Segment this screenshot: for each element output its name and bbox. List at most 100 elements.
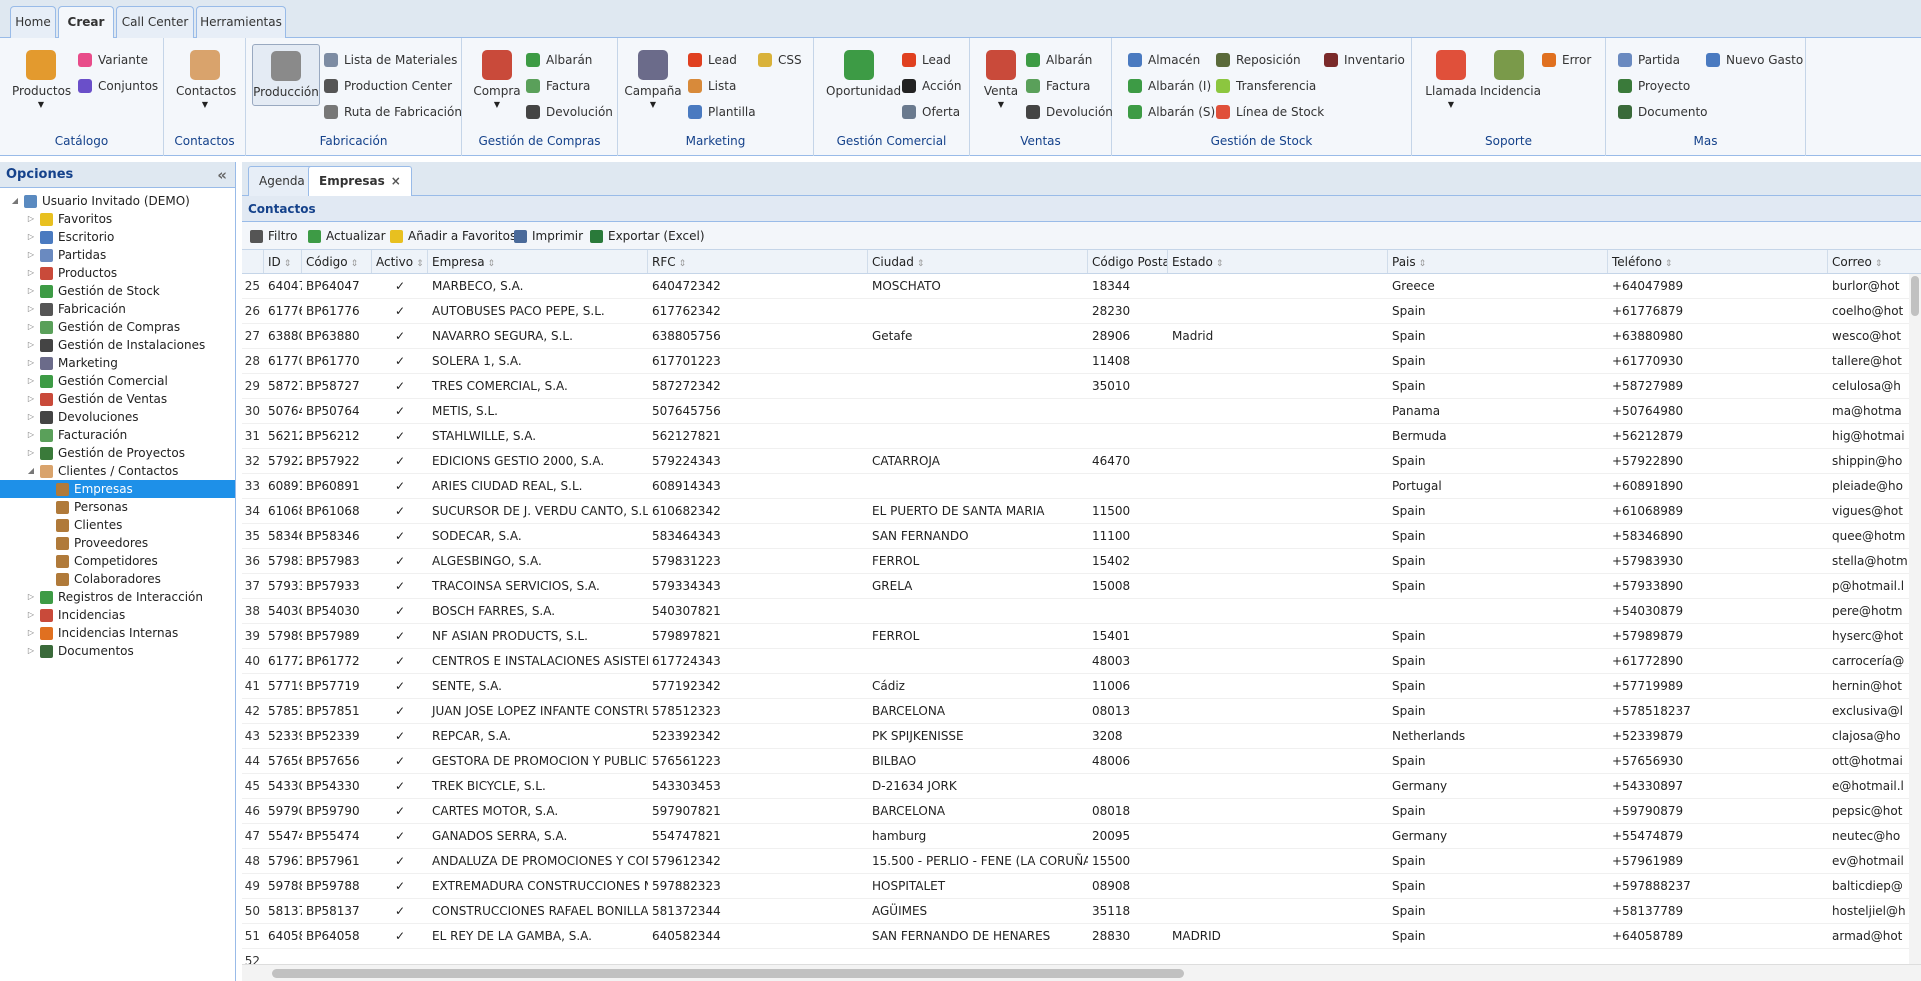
expand-arrow-icon[interactable]: ▷ (26, 606, 36, 624)
column-header[interactable]: Código Postal⇕ (1088, 250, 1168, 273)
table-row[interactable]: 45 54330 BP54330 ✓ TREK BICYCLE, S.L. 5433034… (242, 774, 1921, 799)
filter-button[interactable]: Filtro (250, 227, 297, 245)
table-row[interactable]: 49 59788 BP59788 ✓ EXTREMADURA CONSTRUCCIONE… (242, 874, 1921, 899)
expand-arrow-icon[interactable]: ▷ (26, 282, 36, 300)
close-icon[interactable]: × (391, 174, 401, 188)
productos-button[interactable]: Productos ▼ (12, 44, 71, 109)
table-row[interactable]: 27 63880 BP63880 ✓ NAVARRO SEGURA, S.L. 63880… (242, 324, 1921, 349)
llamada-button[interactable]: Llamada ▼ (1422, 44, 1480, 109)
expand-arrow-icon[interactable]: ▷ (26, 354, 36, 372)
column-header[interactable]: Activo ⇕ (372, 250, 428, 273)
expand-arrow-icon[interactable]: ▷ (26, 390, 36, 408)
export-excel-button[interactable]: Exportar (Excel) (590, 227, 705, 245)
expand-arrow-icon[interactable]: ▷ (26, 408, 36, 426)
comercial-oferta-button[interactable]: Oferta (902, 102, 960, 122)
table-row[interactable]: 30 50764 BP50764 ✓ METIS, S.L. 507645756 Panam… (242, 399, 1921, 424)
albaran-s-button[interactable]: Albarán (S) (1128, 102, 1215, 122)
expand-arrow-icon[interactable]: ▷ (26, 336, 36, 354)
table-row[interactable]: 34 61068 BP61068 ✓ SUCURSOR DE J. VERDU CANT… (242, 499, 1921, 524)
venta-albaran-button[interactable]: Albarán (1026, 50, 1092, 70)
vertical-scroll-thumb[interactable] (1911, 276, 1919, 316)
table-row[interactable]: 31 56212 BP56212 ✓ STAHLWILLE, S.A. 562127821… (242, 424, 1921, 449)
tree-item[interactable]: ▷ Productos (0, 264, 235, 282)
marketing-lista-button[interactable]: Lista (688, 76, 736, 96)
documento-button[interactable]: Documento (1618, 102, 1708, 122)
table-row[interactable]: 47 55474 BP55474 ✓ GANADOS SERRA, S.A. 554747… (242, 824, 1921, 849)
venta-button[interactable]: Venta ▼ (972, 44, 1030, 109)
tree-item[interactable]: ▷ Registros de Interacción (0, 588, 235, 606)
refresh-button[interactable]: Actualizar (308, 227, 386, 245)
tab-call-center[interactable]: Call Center (116, 6, 194, 38)
proyecto-button[interactable]: Proyecto (1618, 76, 1690, 96)
tree-item[interactable]: ▷ Gestión de Ventas (0, 390, 235, 408)
venta-devolucion-button[interactable]: Devolución (1026, 102, 1113, 122)
nuevo-gasto-button[interactable]: Nuevo Gasto (1706, 50, 1803, 70)
contactos-button[interactable]: Contactos ▼ (176, 44, 236, 109)
tree-item[interactable]: ▷ Gestión de Stock (0, 282, 235, 300)
compra-factura-button[interactable]: Factura (526, 76, 590, 96)
expand-arrow-icon[interactable]: ▷ (26, 210, 36, 228)
table-row[interactable]: 48 57961 BP57961 ✓ ANDALUZA DE PROMOCIONES Y… (242, 849, 1921, 874)
expanded-arrow-icon[interactable]: ◢ (26, 462, 36, 480)
tree-item[interactable]: ▷ Marketing (0, 354, 235, 372)
tab-home[interactable]: Home (10, 6, 56, 38)
vertical-scrollbar[interactable] (1909, 274, 1921, 964)
almacen-button[interactable]: Almacén (1128, 50, 1200, 70)
transferencia-button[interactable]: Transferencia (1216, 76, 1316, 96)
column-header[interactable]: Ciudad ⇕ (868, 250, 1088, 273)
tree-item[interactable]: ▷ Gestión de Proyectos (0, 444, 235, 462)
tab-empresas[interactable]: Empresas × (308, 166, 412, 197)
column-header[interactable]: Estado ⇕ (1168, 250, 1388, 273)
horizontal-scrollbar[interactable] (242, 964, 1921, 981)
table-row[interactable]: 43 52339 BP52339 ✓ REPCAR, S.A. 523392342 PK S… (242, 724, 1921, 749)
tree-child-item[interactable]: Colaboradores (0, 570, 235, 588)
column-header[interactable]: Pais ⇕ (1388, 250, 1608, 273)
expand-arrow-icon[interactable]: ▷ (26, 372, 36, 390)
table-row[interactable]: 40 61772 BP61772 ✓ CENTROS E INSTALACIONES A… (242, 649, 1921, 674)
expand-arrow-icon[interactable]: ▷ (26, 642, 36, 660)
column-header[interactable]: Teléfono ⇕ (1608, 250, 1828, 273)
horizontal-scroll-thumb[interactable] (272, 969, 1184, 978)
error-button[interactable]: Error (1542, 50, 1591, 70)
expand-arrow-icon[interactable]: ▷ (26, 246, 36, 264)
comercial-accion-button[interactable]: Acción (902, 76, 961, 96)
tree-item[interactable]: ▷ Gestión de Compras (0, 318, 235, 336)
marketing-css-button[interactable]: CSS (758, 50, 802, 70)
tree-item[interactable]: ▷ Favoritos (0, 210, 235, 228)
tree-item[interactable]: ▷ Fabricación (0, 300, 235, 318)
add-favorites-button[interactable]: Añadir a Favoritos (390, 227, 516, 245)
production-center-button[interactable]: Production Center (324, 76, 452, 96)
expand-arrow-icon[interactable]: ▷ (26, 318, 36, 336)
table-row[interactable]: 37 57933 BP57933 ✓ TRACOINSA SERVICIOS, S.A.… (242, 574, 1921, 599)
tree-item[interactable]: ◢ Clientes / Contactos (0, 462, 235, 480)
tree-item[interactable]: ▷ Documentos (0, 642, 235, 660)
tree-child-item[interactable]: Empresas (0, 480, 235, 498)
table-row[interactable]: 51 64058 BP64058 ✓ EL REY DE LA GAMBA, S.A. 6… (242, 924, 1921, 949)
table-row[interactable]: 32 57922 BP57922 ✓ EDICIONS GESTIO 2000, S.A… (242, 449, 1921, 474)
variante-button[interactable]: Variante (78, 50, 148, 70)
print-button[interactable]: Imprimir (514, 227, 583, 245)
tree-item[interactable]: ▷ Escritorio (0, 228, 235, 246)
tab-crear[interactable]: Crear (58, 6, 114, 39)
produccion-button[interactable]: Producción (252, 44, 320, 106)
table-row[interactable]: 35 58346 BP58346 ✓ SODECAR, S.A. 583464343 SAN… (242, 524, 1921, 549)
tab-herramientas[interactable]: Herramientas (196, 6, 286, 38)
column-header[interactable]: Empresa ⇕ (428, 250, 648, 273)
expand-arrow-icon[interactable]: ▷ (26, 588, 36, 606)
tree-child-item[interactable]: Personas (0, 498, 235, 516)
tree-item[interactable]: ▷ Gestión Comercial (0, 372, 235, 390)
expand-arrow-icon[interactable]: ▷ (26, 300, 36, 318)
table-row[interactable]: 26 61776 BP61776 ✓ AUTOBUSES PACO PEPE, S.L.… (242, 299, 1921, 324)
oportunidad-button[interactable]: Oportunidad (826, 44, 901, 98)
tab-agenda[interactable]: Agenda (248, 166, 316, 196)
marketing-plantilla-button[interactable]: Plantilla (688, 102, 756, 122)
partida-button[interactable]: Partida (1618, 50, 1680, 70)
compra-devolucion-button[interactable]: Devolución (526, 102, 613, 122)
tree-item[interactable]: ▷ Gestión de Instalaciones (0, 336, 235, 354)
lista-materiales-button[interactable]: Lista de Materiales (324, 50, 457, 70)
linea-stock-button[interactable]: Línea de Stock (1216, 102, 1324, 122)
expand-arrow-icon[interactable]: ▷ (26, 228, 36, 246)
table-row[interactable]: 50 58137 BP58137 ✓ CONSTRUCCIONES RAFAEL BON… (242, 899, 1921, 924)
table-row[interactable]: 42 57851 BP57851 ✓ JUAN JOSE LOPEZ INFANTE C… (242, 699, 1921, 724)
expand-arrow-icon[interactable]: ▷ (26, 624, 36, 642)
